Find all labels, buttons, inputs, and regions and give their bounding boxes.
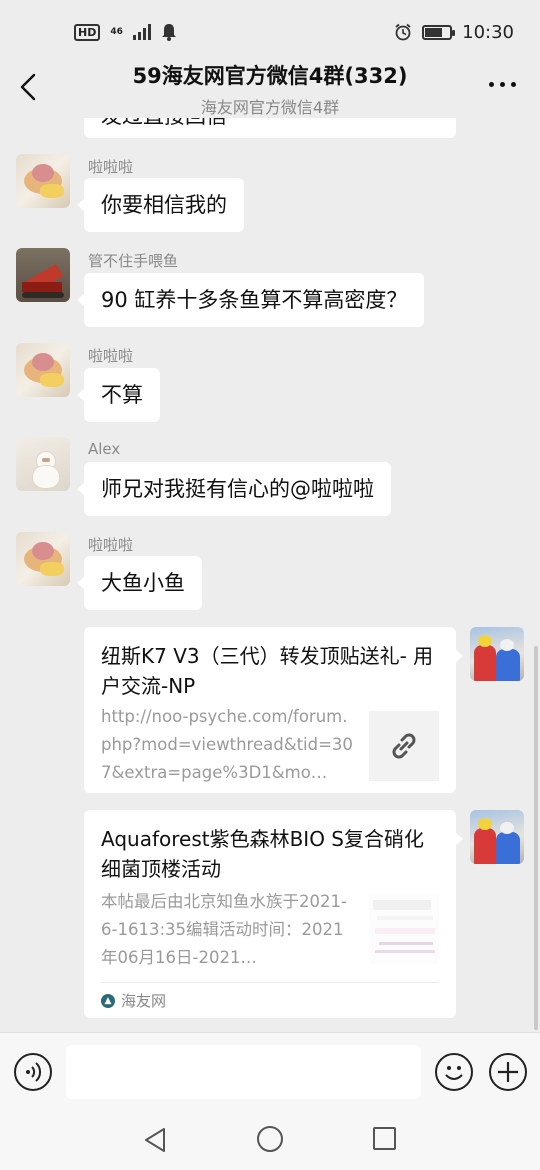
status-bar: HD 46 10:30 [0,0,540,64]
card-description: http://noo-psyche.com/forum.php?mod=view… [101,707,353,782]
voice-icon [26,1062,42,1082]
article-card[interactable]: Aquaforest紫色森林BIO S复合硝化细菌顶楼活动 本帖最后由北京知鱼水… [84,810,463,1018]
sender-name: 啦啦啦 [88,347,134,365]
nav-recent-apps-icon[interactable] [373,1127,396,1150]
scrollbar[interactable] [534,646,538,1030]
message-bubble[interactable]: 大鱼小鱼 [77,556,202,610]
link-icon [369,711,439,781]
clock: 10:30 [462,21,514,43]
nav-home-icon[interactable] [257,1126,283,1152]
cake-avatar[interactable] [16,532,70,586]
card-title: Aquaforest紫色森林BIO S复合硝化细菌顶楼活动 [101,827,424,881]
card-description: 本帖最后由北京知鱼水族于2021-6-1613:35编辑活动时间：2021年06… [101,892,347,967]
self-avatar[interactable] [470,810,524,864]
smiley-icon [445,1066,463,1080]
partial-message-bubble: 发过直接回信 [84,118,456,138]
article-thumbnail [369,894,439,964]
network-type: 46 [110,26,123,37]
message-bubble[interactable]: 90 缸养十多条鱼算不算高密度？ [76,273,425,327]
sender-name: 啦啦啦 [88,158,134,176]
back-arrow-icon[interactable] [16,72,40,102]
sender-name: 管不住手喂鱼 [88,252,179,270]
crane-avatar[interactable] [16,248,70,302]
status-left: HD 46 [74,23,177,41]
cake-avatar[interactable] [16,343,70,397]
plus-icon [498,1062,518,1082]
chat-subtitle: 海友网官方微信4群 [200,98,340,117]
chat-title: 59海友网官方微信4群(332) [132,64,408,88]
system-nav-bar [0,1112,540,1170]
nav-back-icon[interactable] [142,1126,168,1154]
input-bar [0,1032,540,1112]
card-title: 纽斯K7 V3（三代）转发顶贴送礼- 用户交流-NP [101,644,434,698]
more-functions-button[interactable] [489,1053,527,1091]
source-name: 海友网 [121,992,167,1010]
cake-avatar[interactable] [16,154,70,208]
more-options-icon[interactable] [489,82,516,87]
signal-icon [132,24,151,40]
chat-header: 59海友网官方微信4群(332) 海友网官方微信4群 [0,56,540,118]
sender-name: 啦啦啦 [88,536,134,554]
message-bubble[interactable]: 师兄对我挺有信心的@啦啦啦 [77,462,391,516]
voice-input-button[interactable] [14,1053,52,1091]
message-bubble[interactable]: 不算 [77,368,160,422]
emoji-button[interactable] [435,1053,473,1091]
card-divider [101,982,439,983]
cat-avatar[interactable] [16,437,70,491]
self-avatar[interactable] [470,627,524,681]
hd-badge: HD [74,23,101,41]
notification-bell-icon [161,24,176,41]
link-card[interactable]: 纽斯K7 V3（三代）转发顶贴送礼- 用户交流-NP http://noo-ps… [84,627,463,793]
card-source: ▲ 海友网 [101,990,166,1011]
source-logo-icon: ▲ [101,993,115,1008]
message-bubble[interactable]: 你要相信我的 [77,178,244,232]
message-input[interactable] [66,1045,421,1099]
status-right: 10:30 [394,22,514,43]
chat-message-list[interactable]: 发过直接回信 啦啦啦 你要相信我的 管不住手喂鱼 90 缸养十多条鱼算不算高密度… [0,118,540,1032]
battery-icon [422,24,456,40]
sender-name: Alex [88,440,121,458]
alarm-icon [395,23,411,41]
